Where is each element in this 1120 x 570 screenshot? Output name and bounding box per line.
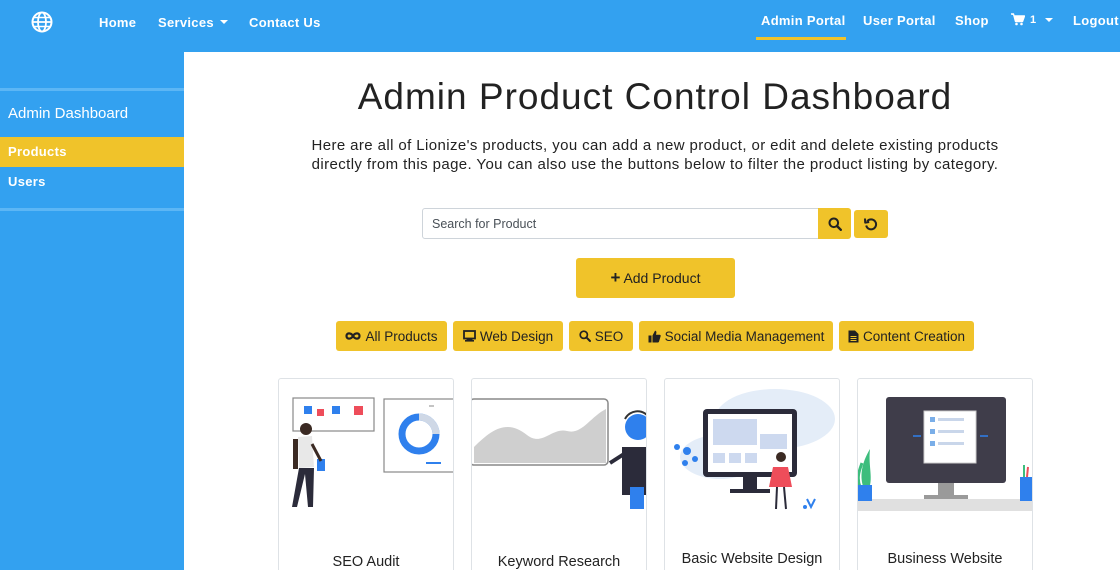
product-title: Basic Website Design	[681, 551, 823, 567]
infinity-icon	[345, 332, 362, 340]
globe-icon[interactable]	[31, 11, 53, 33]
filter-label: All Products	[365, 328, 438, 344]
filter-label: Content Creation	[862, 328, 966, 344]
filter-web-design[interactable]: Web Design	[453, 321, 563, 351]
nav-shop[interactable]: Shop	[955, 13, 989, 28]
sidebar-divider	[0, 208, 184, 211]
keyword-research-illustration	[472, 398, 646, 509]
search-button[interactable]	[818, 208, 851, 239]
thumbs-up-icon	[648, 330, 661, 342]
nav-services-label: Services	[158, 15, 214, 30]
filter-label: Web Design	[479, 328, 554, 344]
business-website-illustration	[858, 397, 1032, 511]
product-title: SEO Audit	[332, 554, 400, 570]
filter-label: Social Media Management	[664, 328, 825, 344]
sidebar-divider	[0, 88, 184, 91]
search-input[interactable]	[422, 208, 819, 239]
product-card-basic-website-design[interactable]: Basic Website Design	[664, 378, 840, 570]
caret-down-icon	[1045, 17, 1054, 22]
monitor-icon	[462, 330, 476, 342]
nav-logout[interactable]: Logout	[1073, 13, 1119, 28]
magnifier-icon	[579, 330, 591, 342]
cart-count: 1	[1030, 13, 1037, 26]
page-title: Admin Product Control Dashboard	[357, 76, 953, 117]
undo-icon	[864, 218, 878, 231]
filter-social-media[interactable]: Social Media Management	[639, 321, 833, 351]
add-product-button[interactable]: + Add Product	[576, 258, 735, 298]
website-design-illustration	[674, 389, 835, 510]
nav-user-portal[interactable]: User Portal	[863, 13, 936, 28]
product-card-business-website[interactable]: Business Website	[857, 378, 1033, 570]
nav-admin-portal[interactable]: Admin Portal	[761, 13, 846, 28]
sidebar-title: Admin Dashboard	[8, 105, 129, 122]
filter-seo[interactable]: SEO	[569, 321, 633, 351]
document-icon	[848, 330, 859, 342]
cart-icon	[1011, 13, 1025, 26]
nav-services-dropdown[interactable]: Services	[158, 15, 228, 30]
caret-down-icon	[219, 20, 228, 24]
product-card-keyword-research[interactable]: Keyword Research	[471, 378, 647, 570]
seo-audit-illustration	[292, 397, 453, 507]
filter-label: SEO	[594, 328, 624, 344]
nav-contact[interactable]: Contact Us	[249, 15, 321, 30]
reset-search-button[interactable]	[854, 210, 888, 238]
sidebar-item-products[interactable]: Products	[0, 137, 184, 167]
product-card-seo-audit[interactable]: SEO Audit	[278, 378, 454, 570]
intro-text: Here are all of Lionize's products, you …	[311, 137, 999, 173]
search-icon	[828, 217, 842, 231]
sidebar-item-users[interactable]: Users	[0, 167, 184, 197]
nav-home[interactable]: Home	[99, 15, 136, 30]
plus-icon: +	[610, 268, 621, 287]
cart-dropdown[interactable]: 1	[1011, 13, 1054, 26]
sidebar: Admin Dashboard Products Users	[0, 52, 184, 570]
filter-content-creation[interactable]: Content Creation	[839, 321, 974, 351]
add-product-label: Add Product	[623, 270, 701, 286]
top-navbar: Home Services Contact Us Admin Portal Us…	[0, 0, 1120, 52]
product-title: Business Website	[887, 551, 1003, 567]
product-title: Keyword Research	[497, 554, 621, 570]
filter-all-products[interactable]: All Products	[336, 321, 447, 351]
active-tab-indicator	[756, 37, 846, 40]
